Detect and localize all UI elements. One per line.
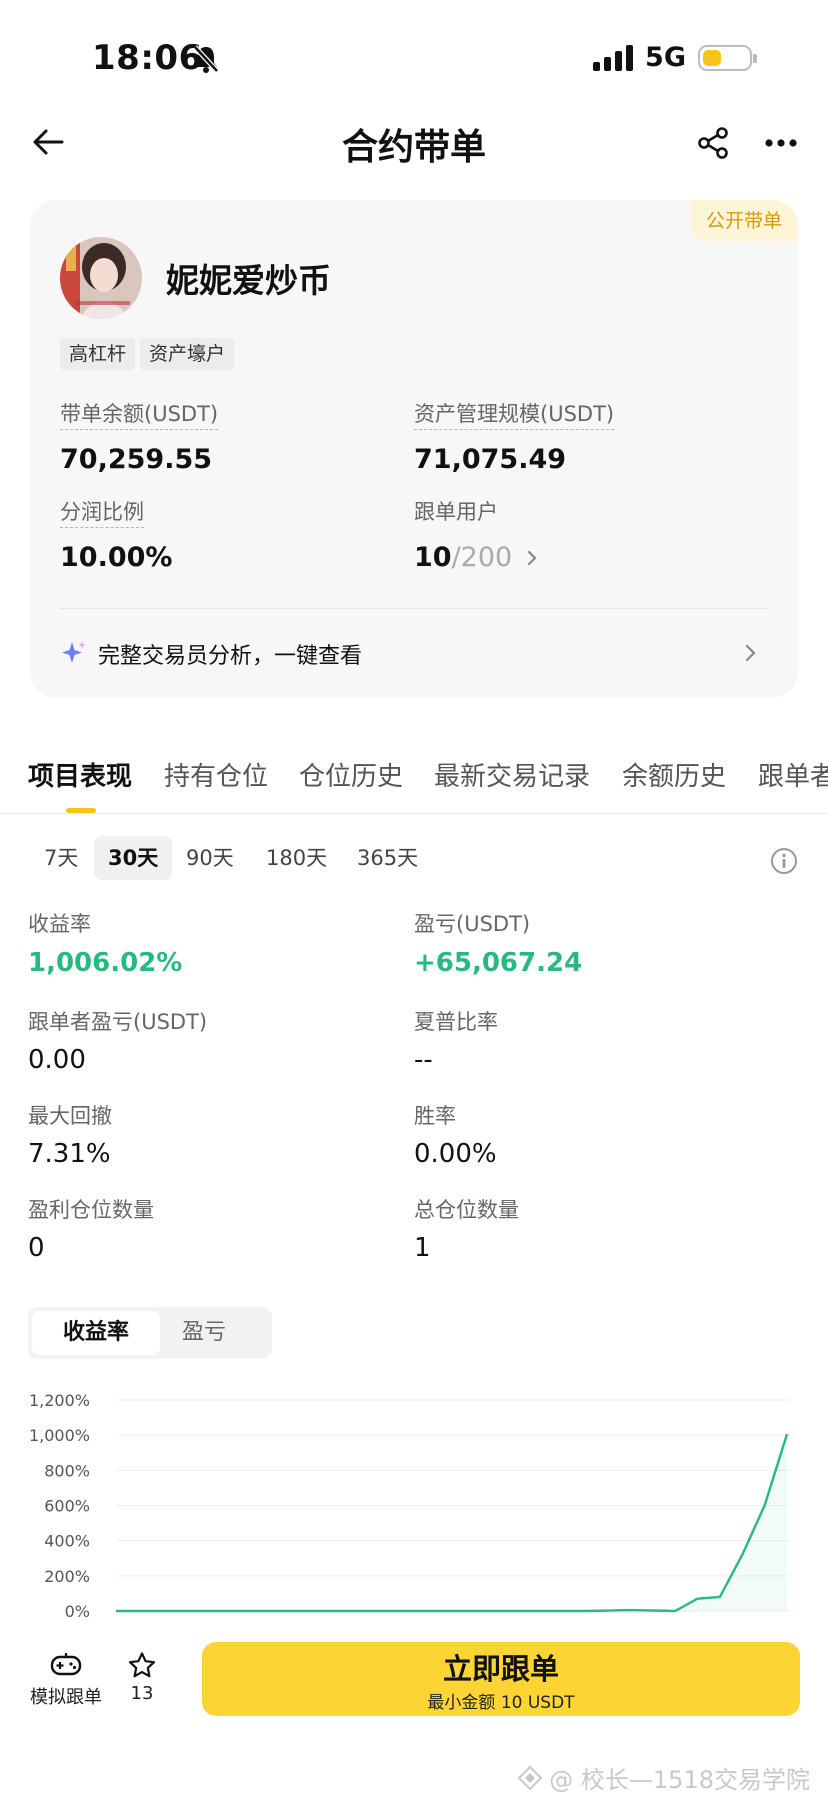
signal-icon: [593, 44, 634, 71]
chart-toggle: 收益率 盈亏: [28, 1307, 272, 1359]
tab-divider: [0, 813, 828, 814]
star-icon: [128, 1652, 156, 1678]
follower-pnl-label: 跟单者盈亏(USDT): [28, 1010, 208, 1034]
simulate-button[interactable]: 模拟跟单: [28, 1652, 104, 1709]
pnl-label: 盈亏(USDT): [414, 912, 531, 936]
bell-mute-icon: [192, 44, 220, 78]
period-365d[interactable]: 365天: [343, 836, 432, 880]
win-positions-value: 0: [28, 1233, 45, 1263]
analysis-label: 完整交易员分析，一键查看: [98, 644, 363, 669]
avatar[interactable]: [60, 237, 142, 319]
aum-value: 71,075.49: [414, 444, 567, 475]
favorite-button[interactable]: 13: [120, 1652, 164, 1704]
more-dots-icon: [765, 139, 797, 147]
y-tick-label: 400%: [44, 1532, 90, 1551]
simulate-label: 模拟跟单: [30, 1687, 102, 1708]
roi-value: 1,006.02%: [28, 948, 183, 978]
followers-current: 10: [414, 542, 452, 573]
aum-stat: 资产管理规模(USDT): [414, 398, 615, 430]
tab-bar: 项目表现 持有仓位 仓位历史 最新交易记录 余额历史 跟单者: [0, 756, 828, 812]
y-tick-label: 1,200%: [29, 1391, 90, 1410]
public-badge: 公开带单: [689, 200, 798, 241]
period-180d[interactable]: 180天: [252, 836, 341, 880]
followers-label: 跟单用户: [414, 500, 498, 524]
tab-followers[interactable]: 跟单者: [758, 756, 828, 793]
profit-share-stat: 分润比例: [60, 496, 144, 528]
balance-value: 70,259.55: [60, 444, 213, 475]
chevron-right-icon[interactable]: [740, 642, 760, 668]
tab-positions[interactable]: 持有仓位: [164, 756, 268, 793]
analysis-link[interactable]: 完整交易员分析，一键查看: [60, 638, 362, 670]
period-7d[interactable]: 7天: [30, 836, 92, 880]
follower-pnl-value: 0.00: [28, 1045, 86, 1075]
total-positions-label: 总仓位数量: [414, 1198, 519, 1222]
share-icon: [698, 127, 728, 159]
favorites-count: 13: [130, 1683, 154, 1704]
share-button[interactable]: [694, 124, 732, 162]
sharpe-label: 夏普比率: [414, 1010, 498, 1034]
win-positions-label: 盈利仓位数量: [28, 1198, 154, 1222]
tag-wealthy: 资产壕户: [140, 338, 235, 370]
watermark-text: @ 校长—1518交易学院: [549, 1766, 810, 1794]
followers-value[interactable]: 10/200: [414, 542, 542, 573]
tab-latest-trades[interactable]: 最新交易记录: [434, 756, 590, 793]
y-tick-label: 800%: [44, 1461, 90, 1480]
tab-position-history[interactable]: 仓位历史: [299, 756, 403, 793]
network-label: 5G: [645, 42, 686, 73]
balance-label[interactable]: 带单余额(USDT): [60, 402, 219, 430]
logo-icon: [517, 1765, 543, 1790]
sparkle-icon: [62, 641, 86, 663]
followers-stat: 跟单用户: [414, 496, 498, 526]
mdd-label: 最大回撤: [28, 1104, 112, 1128]
watermark: @ 校长—1518交易学院: [517, 1760, 810, 1795]
sharpe-value: --: [414, 1045, 433, 1075]
y-tick-label: 600%: [44, 1497, 90, 1516]
followers-max: /200: [451, 542, 513, 573]
roi-label: 收益率: [28, 912, 91, 936]
card-divider: [60, 608, 768, 609]
gamepad-icon: [50, 1653, 82, 1676]
roi-line-chart: 1,200% 1,000% 800% 600% 400% 200% 0%: [29, 1391, 790, 1621]
bottom-bar: 模拟跟单 13 立即跟单 最小金额 10 USDT: [0, 1622, 828, 1722]
tab-performance[interactable]: 项目表现: [28, 756, 132, 793]
y-tick-label: 200%: [44, 1567, 90, 1586]
mdd-value: 7.31%: [28, 1139, 111, 1169]
info-icon[interactable]: [770, 847, 798, 879]
y-tick-label: 0%: [65, 1602, 90, 1621]
follow-min-amount: 最小金额 10 USDT: [427, 1693, 575, 1713]
status-right: 5G: [593, 42, 757, 73]
follow-button-label: 立即跟单: [442, 1652, 559, 1686]
winrate-value: 0.00%: [414, 1139, 497, 1169]
balance-stat: 带单余额(USDT): [60, 398, 219, 430]
battery-icon: [698, 44, 757, 71]
pnl-value: +65,067.24: [414, 948, 583, 978]
period-30d[interactable]: 30天: [94, 836, 173, 880]
y-tick-label: 1,000%: [29, 1426, 90, 1445]
period-90d[interactable]: 90天: [172, 836, 248, 880]
aum-label[interactable]: 资产管理规模(USDT): [414, 402, 615, 430]
toggle-pnl[interactable]: 盈亏: [140, 1311, 268, 1355]
profit-share-label[interactable]: 分润比例: [60, 500, 144, 528]
more-button[interactable]: [762, 124, 800, 162]
trader-name: 妮妮爱炒币: [166, 261, 331, 300]
chevron-right-icon: [528, 550, 537, 565]
winrate-label: 胜率: [414, 1104, 456, 1128]
series-line-roi: [116, 1433, 789, 1613]
status-time: 18:06: [92, 38, 203, 78]
tab-balance-history[interactable]: 余额历史: [622, 756, 726, 793]
profit-share-value: 10.00%: [60, 542, 173, 573]
tag-high-leverage: 高杠杆: [60, 338, 136, 370]
trader-card: 公开带单 妮妮爱炒币 高杠杆 资产壕户 带单余额(USDT) 70,259.55…: [30, 200, 798, 698]
series-area: [116, 1434, 787, 1611]
total-positions-value: 1: [414, 1233, 431, 1263]
follow-now-button[interactable]: 立即跟单 最小金额 10 USDT: [202, 1642, 800, 1716]
